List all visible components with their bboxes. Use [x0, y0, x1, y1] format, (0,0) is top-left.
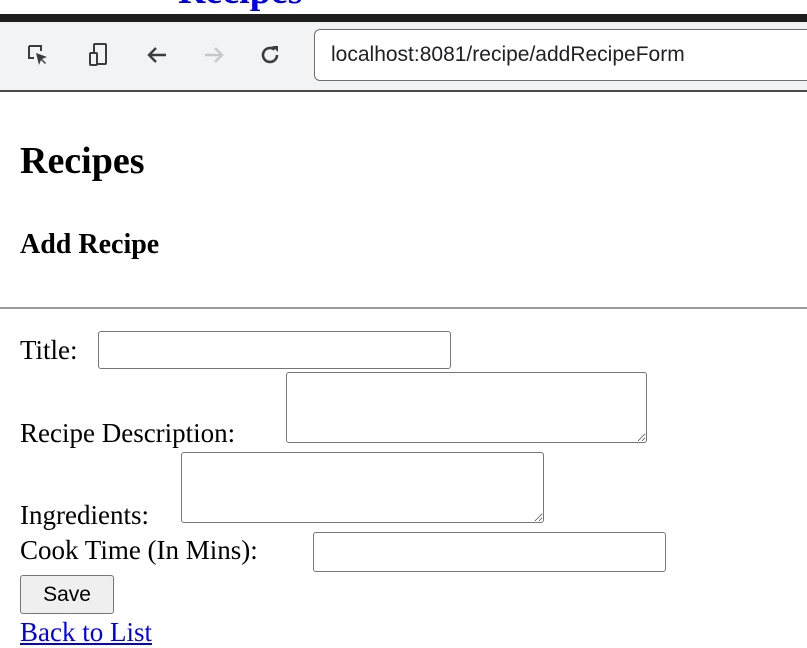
save-button[interactable]: Save — [20, 575, 114, 614]
window-top-bar — [0, 14, 807, 22]
address-bar[interactable]: localhost:8081/recipe/addRecipeForm — [314, 29, 807, 81]
cook-time-label: Cook Time (In Mins): — [20, 535, 258, 565]
device-toolbar-icon[interactable] — [81, 37, 117, 73]
cut-off-heading: Recipes — [178, 0, 303, 10]
description-label: Recipe Description: — [20, 418, 236, 448]
cook-time-input[interactable] — [313, 532, 666, 572]
divider — [0, 307, 807, 309]
form-heading: Add Recipe — [20, 229, 160, 260]
page-title: Recipes — [20, 140, 145, 182]
title-label: Title: — [20, 335, 78, 365]
back-to-list-link[interactable]: Back to List — [20, 617, 152, 647]
ingredients-textarea[interactable] — [181, 452, 544, 523]
url-text: localhost:8081/recipe/addRecipeForm — [331, 43, 685, 66]
cut-off-top-area: Recipes — [0, 0, 807, 14]
ingredients-label: Ingredients: — [20, 500, 149, 530]
back-arrow-icon[interactable] — [139, 37, 175, 73]
title-input[interactable] — [98, 331, 451, 369]
forward-arrow-icon[interactable] — [196, 37, 232, 73]
inspect-element-icon[interactable] — [20, 37, 56, 73]
reload-icon[interactable] — [252, 37, 288, 73]
browser-toolbar: localhost:8081/recipe/addRecipeForm — [0, 22, 807, 92]
description-textarea[interactable] — [286, 372, 647, 443]
